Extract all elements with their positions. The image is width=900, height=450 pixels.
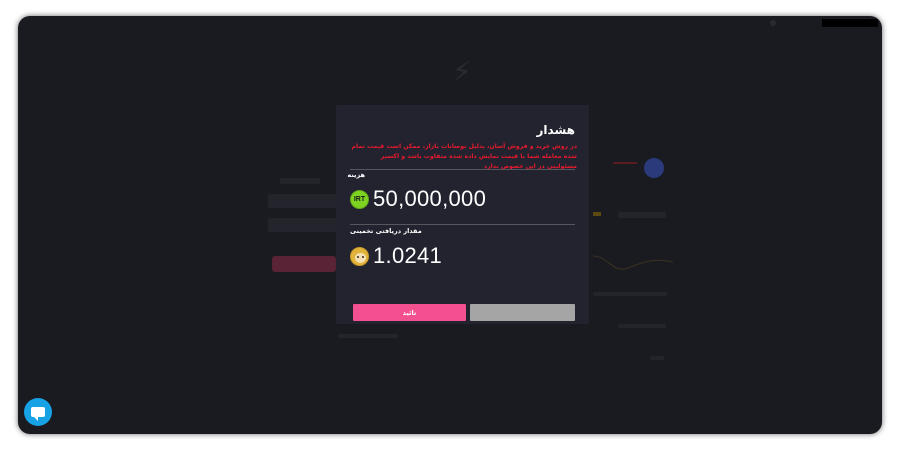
bg-row [618, 324, 666, 328]
confirm-button[interactable]: تائید [353, 304, 466, 321]
divider [350, 224, 575, 225]
bg-text [618, 212, 666, 218]
logo-icon: ⚡ [452, 55, 472, 88]
app-window: ⚡ هشدار در روش خرید و فروش آسان، بدلیل ن… [18, 16, 882, 434]
chat-button[interactable] [24, 398, 52, 426]
receive-value: 1.0241 [373, 243, 443, 268]
cost-row: IRT 50,000,000 [350, 186, 486, 212]
cost-label: هزینه [347, 171, 365, 179]
bg-button [272, 256, 336, 272]
bg-row [593, 292, 667, 296]
top-bar-block [822, 19, 878, 27]
cancel-button[interactable] [470, 304, 575, 321]
warning-modal: هشدار در روش خرید و فروش آسان، بدلیل نوس… [336, 105, 589, 324]
bg-row [650, 356, 664, 360]
bg-text [280, 178, 320, 184]
receive-row: 1.0241 [350, 243, 442, 269]
doge-coin-icon [350, 246, 369, 266]
bg-row [338, 334, 398, 338]
chat-bubble-icon [31, 407, 45, 421]
bg-avatar [644, 158, 664, 178]
top-bar-dot [770, 20, 776, 26]
warning-text: در روش خرید و فروش آسان، بدلیل نوسانات ب… [351, 143, 577, 170]
irt-coin-icon: IRT [350, 189, 369, 209]
bg-marker [593, 212, 601, 216]
modal-title: هشدار [536, 123, 575, 137]
cost-value: 50,000,000 [373, 186, 487, 211]
bg-chart-curve [593, 255, 673, 270]
divider [350, 169, 575, 170]
bg-line [613, 162, 637, 164]
receive-label: مقدار دریافتی تخمینی [350, 227, 422, 235]
